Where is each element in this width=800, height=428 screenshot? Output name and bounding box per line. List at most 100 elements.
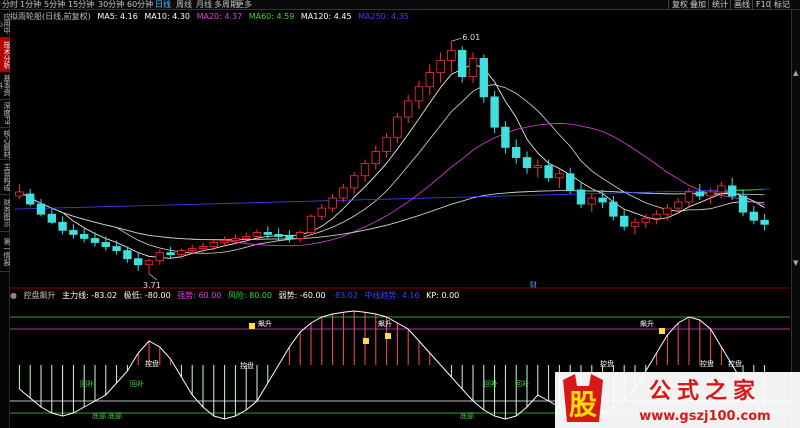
indicator-label: 控盘 (700, 359, 714, 368)
candle-body (512, 147, 521, 158)
candle-body (458, 49, 467, 78)
candle-body (630, 221, 640, 227)
candle-body (296, 231, 305, 239)
candle-body (328, 197, 337, 209)
candle-body (317, 207, 326, 217)
candle-body (490, 96, 499, 128)
candle-body (425, 72, 434, 88)
candle-body (760, 219, 769, 225)
candle-body (112, 246, 121, 252)
candle-body (404, 100, 413, 118)
low-pointer (148, 273, 158, 281)
candle-body (447, 49, 456, 61)
candle-body (198, 246, 208, 249)
candle-body (26, 193, 35, 205)
candle-body (350, 175, 359, 189)
candle-body (522, 157, 532, 169)
candle-body (738, 195, 748, 213)
candle-body (80, 234, 89, 239)
signal-marker (385, 333, 391, 339)
candle-body (468, 58, 478, 78)
candle-body (598, 197, 607, 203)
indicator-label: 飙升 (640, 319, 654, 328)
logo-title: 公式之家 (649, 378, 761, 404)
high-label: 6.01 (462, 33, 480, 42)
indicator-label: 飙升 (378, 319, 392, 328)
candle-body (436, 60, 445, 73)
candle-body (155, 252, 164, 262)
indicator-label: 回补 (130, 379, 144, 388)
candle-body (576, 189, 586, 205)
signal-marker (659, 328, 665, 334)
candle-body (134, 258, 143, 266)
candle-body (501, 126, 510, 148)
candle-body (339, 187, 348, 199)
candle-body (641, 217, 650, 223)
high-pointer (451, 37, 462, 42)
candle-body (566, 173, 575, 191)
logo-char: 股 (569, 388, 597, 421)
candle-body (306, 215, 316, 233)
candle-body (749, 211, 758, 221)
candle-body (414, 86, 424, 102)
kline-chart[interactable]: 6.013.71 财控盘 控盘 控盘 控盘 控盘回补 回补 回补 回补底部 底部 底部飙升飙升 飙升 (0, 0, 800, 428)
indicator-label: 回补 (80, 379, 94, 388)
candle-body (706, 191, 715, 197)
candle-body (674, 201, 683, 209)
indicator-label: 回补 (515, 379, 529, 388)
candle-body (544, 165, 553, 179)
candle-body (47, 213, 56, 223)
candle-body (242, 236, 251, 239)
indicator-label: 底部 (460, 411, 474, 420)
candle-body (220, 240, 229, 243)
indicator-label: 回补 (484, 379, 498, 388)
candle-body (620, 215, 629, 227)
signal-marker (363, 338, 369, 344)
candle-body (123, 250, 132, 260)
finance-marker: 财 (530, 280, 537, 289)
candle-body (652, 213, 661, 219)
candle-body (252, 231, 262, 237)
candle-body (663, 207, 672, 215)
low-label: 3.71 (143, 281, 161, 290)
candle-body (166, 252, 175, 256)
candle-body (609, 201, 618, 217)
candle-body (393, 116, 402, 138)
candle-body (188, 248, 197, 252)
candle-body (177, 250, 186, 256)
indicator-label: 底部 (108, 411, 122, 420)
indicator-label: 飙升 (258, 319, 272, 328)
logo-url: www.gszj100.com (639, 409, 770, 424)
indicator-label: 控盘 (728, 359, 742, 368)
candle-body (728, 185, 737, 197)
candle-body (274, 234, 283, 237)
candle-body (533, 165, 542, 169)
ma10-line (19, 84, 765, 254)
candle-body (717, 185, 726, 193)
candle-body (555, 173, 564, 179)
candle-body (587, 197, 596, 205)
candle-body (684, 191, 694, 203)
candle-body (36, 203, 46, 215)
indicator-label: 控盘 (145, 359, 159, 368)
candle-body (360, 163, 370, 177)
indicator-label: 控盘 (240, 361, 254, 370)
ma5-line (19, 63, 765, 259)
indicator-label: 底部 (92, 411, 106, 420)
candle-body (58, 221, 67, 231)
candle-body (209, 242, 218, 247)
candle-body (231, 238, 240, 241)
indicator-label: 控盘 (600, 359, 614, 368)
watermark-logo: 股 公式之家 www.gszj100.com (555, 372, 800, 428)
candle-body (695, 191, 704, 197)
candle-body (263, 231, 272, 235)
candle-body (90, 238, 100, 243)
candle-body (285, 236, 294, 239)
candle-body (382, 136, 391, 152)
candle-body (479, 58, 488, 98)
candle-body (101, 242, 110, 247)
candle-body (371, 151, 380, 165)
candle-body (15, 191, 24, 197)
signal-marker (249, 323, 255, 329)
candle-body (69, 229, 78, 235)
